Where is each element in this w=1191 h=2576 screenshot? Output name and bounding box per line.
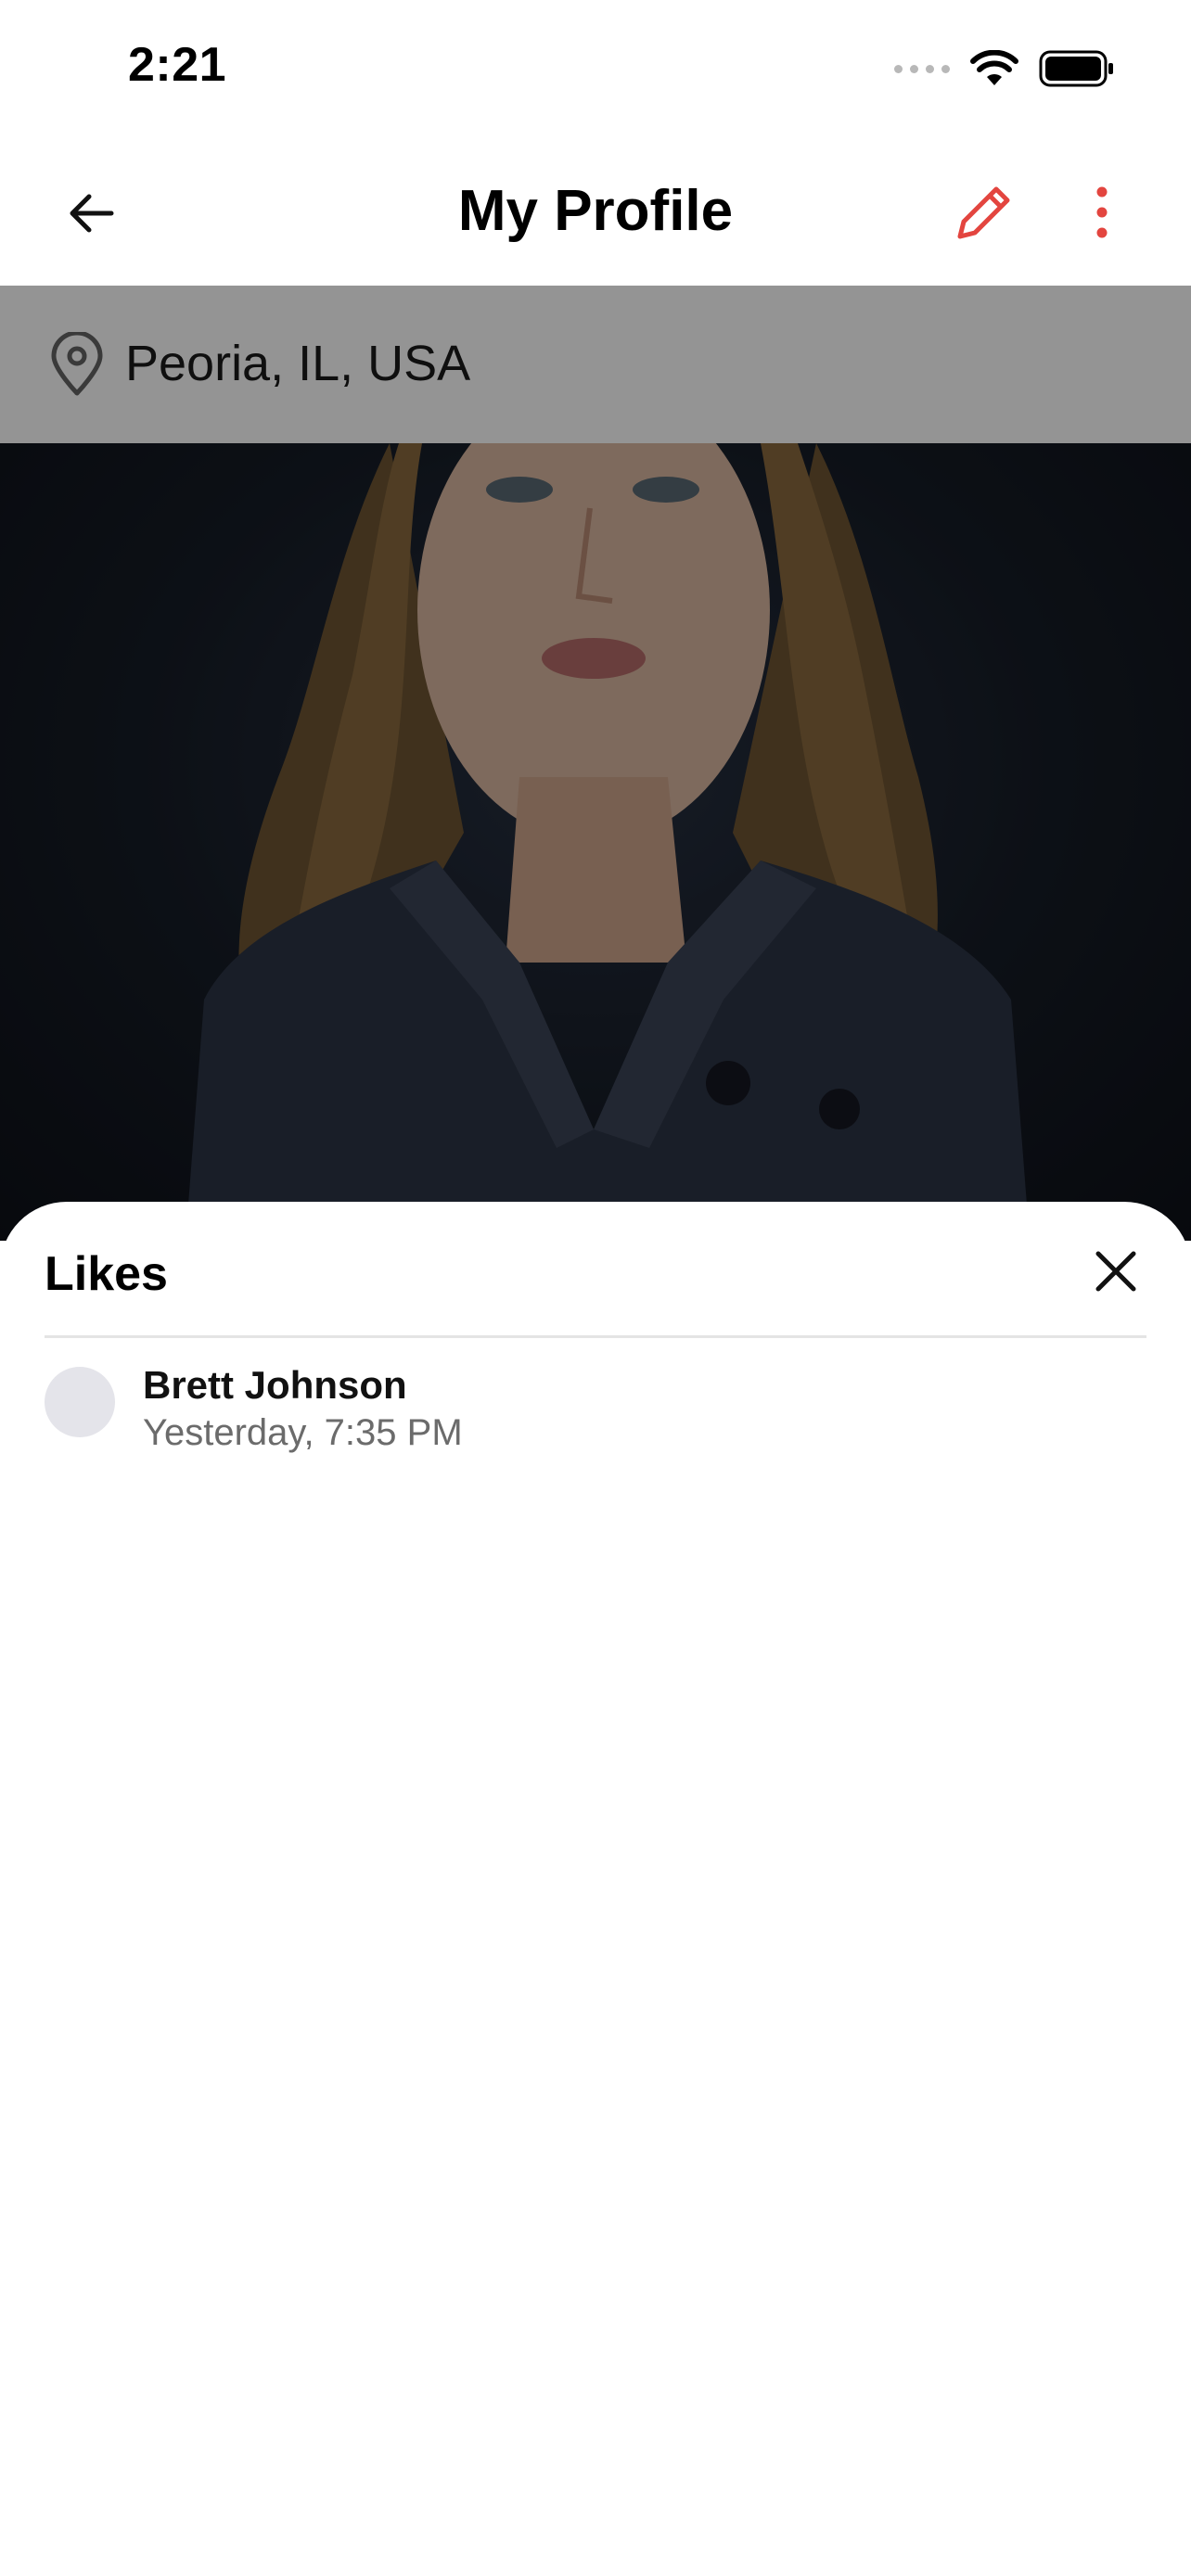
cellular-signal-icon	[894, 64, 950, 73]
edit-profile-button[interactable]	[944, 172, 1024, 252]
more-options-button[interactable]	[1067, 172, 1137, 252]
more-vertical-icon	[1096, 186, 1108, 238]
location-bar: Peoria, IL, USA	[0, 286, 1191, 443]
likes-sheet: Likes Brett Johnson Yesterday, 7:35 PM	[0, 1202, 1191, 2576]
likes-sheet-title: Likes	[45, 1247, 168, 1301]
status-bar: 2:21	[0, 0, 1191, 139]
location-text: Peoria, IL, USA	[125, 336, 471, 391]
profile-photo	[0, 443, 1191, 1241]
avatar[interactable]	[45, 1367, 115, 1437]
close-icon	[1095, 1251, 1136, 1292]
liker-name: Brett Johnson	[143, 1363, 407, 1407]
modal-overlay[interactable]	[0, 443, 1191, 1241]
status-icons	[894, 46, 1115, 91]
close-sheet-button[interactable]	[1083, 1239, 1148, 1304]
pencil-icon	[957, 186, 1010, 239]
wifi-icon	[970, 50, 1018, 85]
battery-icon	[1039, 50, 1113, 87]
list-item[interactable]: Brett Johnson Yesterday, 7:35 PM	[45, 1359, 1146, 1461]
nav-bar: My Profile	[0, 139, 1191, 286]
like-timestamp: Yesterday, 7:35 PM	[143, 1412, 463, 1453]
map-pin-icon	[51, 332, 103, 396]
divider	[45, 1335, 1146, 1338]
status-time: 2:21	[128, 38, 227, 92]
